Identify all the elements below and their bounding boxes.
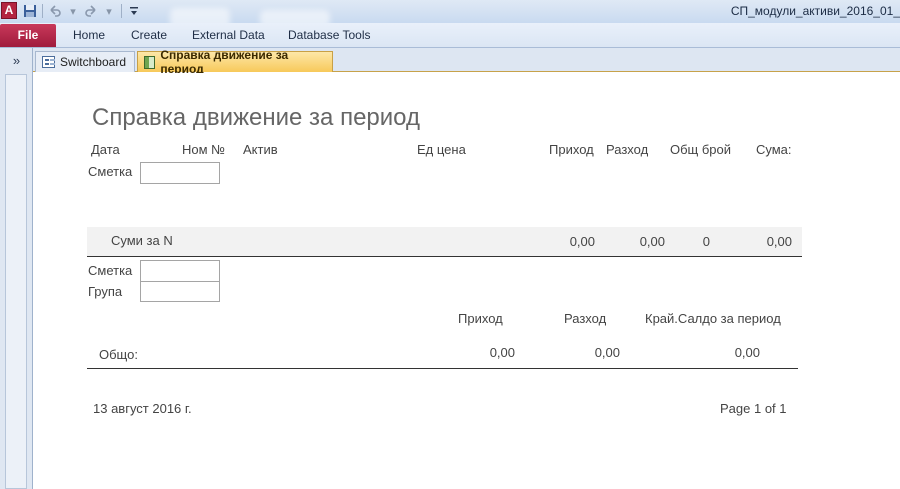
header-sum: Сума: bbox=[756, 142, 792, 157]
header-income: Приход bbox=[549, 142, 594, 157]
tab-report-movement[interactable]: Справка движение за период bbox=[137, 48, 333, 76]
save-icon[interactable] bbox=[22, 3, 38, 19]
grand-total-expense: 0,00 bbox=[594, 345, 620, 360]
totals-header-expense: Разход bbox=[564, 311, 607, 326]
tab-create[interactable]: Create bbox=[131, 28, 167, 42]
header-unit-price: Ед цена bbox=[417, 142, 466, 157]
header-num: Ном № bbox=[182, 142, 226, 157]
subtotal-sum: 0,00 bbox=[766, 234, 792, 249]
header-date: Дата bbox=[91, 142, 120, 157]
subtotal-income: 0,00 bbox=[569, 234, 595, 249]
footer-page-number: Page 1 of 1 bbox=[720, 401, 787, 416]
grand-total-label: Общо: bbox=[99, 347, 138, 362]
quick-access-toolbar: ▾ ▾ bbox=[22, 2, 142, 20]
navigation-pane: » bbox=[0, 48, 33, 489]
customize-icon[interactable] bbox=[126, 3, 142, 19]
file-tab[interactable]: File bbox=[0, 24, 56, 47]
account-label: Сметка bbox=[88, 164, 133, 179]
navigation-pane-bar[interactable] bbox=[5, 74, 27, 489]
window-title: СП_модули_активи_2016_01_ bbox=[730, 4, 900, 18]
header-asset: Актив bbox=[243, 142, 278, 157]
undo-icon[interactable] bbox=[47, 3, 63, 19]
group-field bbox=[140, 281, 220, 302]
tab-external-data[interactable]: External Data bbox=[192, 28, 265, 42]
header-expense: Разход bbox=[606, 142, 649, 157]
expand-nav-pane-button[interactable]: » bbox=[0, 50, 33, 72]
qat-separator bbox=[42, 4, 43, 18]
form-icon bbox=[42, 56, 55, 68]
totals-header-balance: Край.Салдо за период bbox=[645, 311, 781, 326]
tab-label: Switchboard bbox=[59, 55, 126, 69]
grand-total-income: 0,00 bbox=[489, 345, 515, 360]
subtotal-expense: 0,00 bbox=[639, 234, 665, 249]
tab-database-tools[interactable]: Database Tools bbox=[288, 28, 371, 42]
document-tab-bar: Switchboard Справка движение за период bbox=[33, 48, 900, 76]
subtotal-count: 0 bbox=[702, 234, 710, 249]
redo-dropdown-icon[interactable]: ▾ bbox=[101, 3, 117, 19]
tab-label: Справка движение за период bbox=[160, 48, 289, 76]
totals-header-income: Приход bbox=[458, 311, 503, 326]
report-title: Справка движение за период bbox=[92, 104, 420, 131]
title-bar: A ▾ ▾ СП_модули_активи_2016_01_ bbox=[0, 0, 900, 30]
account-field-footer bbox=[140, 260, 220, 282]
group-label: Група bbox=[88, 284, 123, 299]
footer-date: 13 август 2016 г. bbox=[93, 401, 192, 416]
undo-dropdown-icon[interactable]: ▾ bbox=[65, 3, 81, 19]
tab-switchboard[interactable]: Switchboard bbox=[35, 51, 135, 72]
qat-separator bbox=[121, 4, 122, 18]
grand-total-underline bbox=[87, 368, 798, 369]
account-field bbox=[140, 162, 220, 184]
grand-total-balance: 0,00 bbox=[734, 345, 760, 360]
tab-home[interactable]: Home bbox=[73, 28, 105, 42]
account-label-footer: Сметка bbox=[88, 263, 133, 278]
header-total-count: Общ брой bbox=[670, 142, 732, 157]
report-icon bbox=[144, 55, 156, 69]
ribbon-tab-bar: File Home Create External Data Database … bbox=[0, 23, 900, 48]
subtotal-label: Суми за N bbox=[111, 233, 173, 248]
access-app-icon[interactable]: A bbox=[1, 2, 17, 19]
report-view: Справка движение за период Дата Ном № Ак… bbox=[34, 73, 900, 489]
redo-icon[interactable] bbox=[83, 3, 99, 19]
